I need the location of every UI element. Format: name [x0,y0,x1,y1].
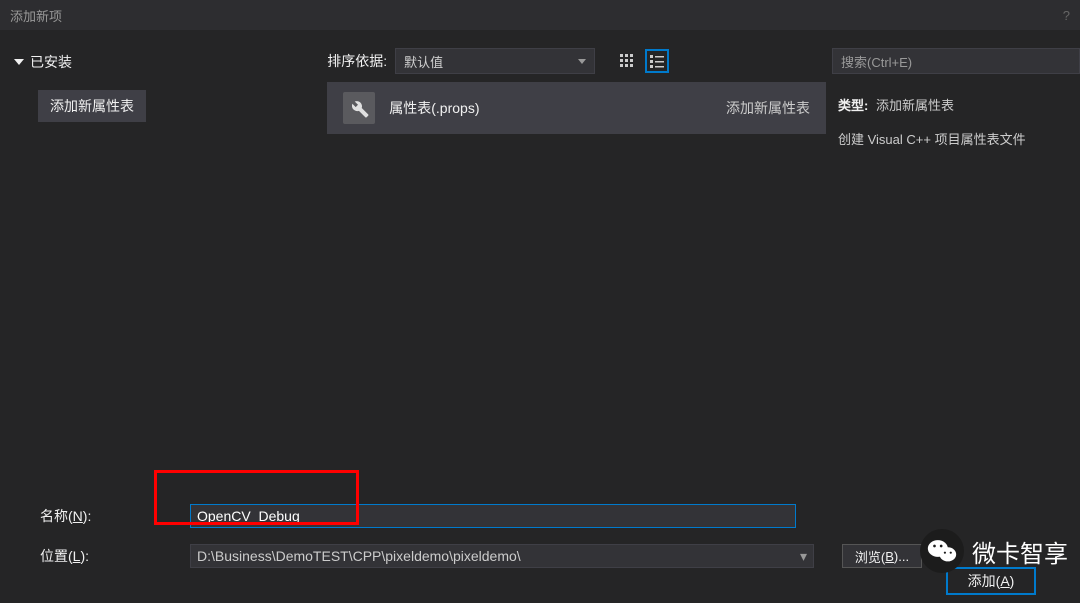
sort-value: 默认值 [404,52,443,71]
view-list-icon[interactable] [645,49,669,73]
template-list: 属性表(.props) 添加新属性表 [327,82,826,134]
desc-type-value: 添加新属性表 [876,98,954,113]
template-type: 添加新属性表 [726,98,810,118]
location-value: D:\Business\DemoTEST\CPP\pixeldemo\pixel… [197,548,521,564]
label-location: 位置(L): [40,546,190,566]
wrench-icon [343,92,375,124]
template-item-props[interactable]: 属性表(.props) 添加新属性表 [327,82,826,134]
help-button[interactable]: ? [1063,8,1070,23]
window-title: 添加新项 [10,6,62,25]
label-name: 名称(N): [40,506,190,526]
sidebar: 已安装 添加新属性表 [0,30,327,482]
right-pane: 搜索(Ctrl+E) 类型: 添加新属性表 创建 Visual C++ 项目属性… [826,30,1080,482]
watermark: 微卡智享 [920,529,1068,573]
browse-button[interactable]: 浏览(B)... [842,544,922,568]
tree-label-installed: 已安装 [30,52,72,72]
sort-by-label: 排序依据: [327,51,387,71]
chevron-down-icon [14,59,24,65]
desc-detail: 创建 Visual C++ 项目属性表文件 [838,126,1080,154]
watermark-text: 微卡智享 [972,534,1068,569]
row-location: 位置(L): D:\Business\DemoTEST\CPP\pixeldem… [40,540,1066,572]
chevron-down-icon [578,59,586,64]
wechat-icon [920,529,964,573]
center-pane: 排序依据: 默认值 [327,30,826,482]
toolbar: 排序依据: 默认值 [327,48,826,74]
view-grid-icon[interactable] [615,49,639,73]
titlebar: 添加新项 ? [0,0,1080,30]
search-placeholder: 搜索(Ctrl+E) [841,52,912,71]
main-area: 已安装 添加新属性表 排序依据: 默认值 [0,30,1080,482]
name-input[interactable] [190,504,796,528]
location-dropdown[interactable]: D:\Business\DemoTEST\CPP\pixeldemo\pixel… [190,544,814,568]
desc-type-label: 类型: [838,98,868,113]
search-input[interactable]: 搜索(Ctrl+E) [832,48,1080,74]
view-mode-group [615,49,669,73]
description-block: 类型: 添加新属性表 创建 Visual C++ 项目属性表文件 [832,92,1080,154]
tree-node-installed[interactable]: 已安装 [14,52,313,72]
bottom-form: 名称(N): 位置(L): D:\Business\DemoTEST\CPP\p… [0,482,1080,572]
sort-dropdown[interactable]: 默认值 [395,48,595,74]
row-name: 名称(N): [40,500,1066,532]
tree-node-add-property-sheet[interactable]: 添加新属性表 [38,90,146,122]
chevron-down-icon: ▾ [800,548,807,565]
template-name: 属性表(.props) [389,98,712,118]
